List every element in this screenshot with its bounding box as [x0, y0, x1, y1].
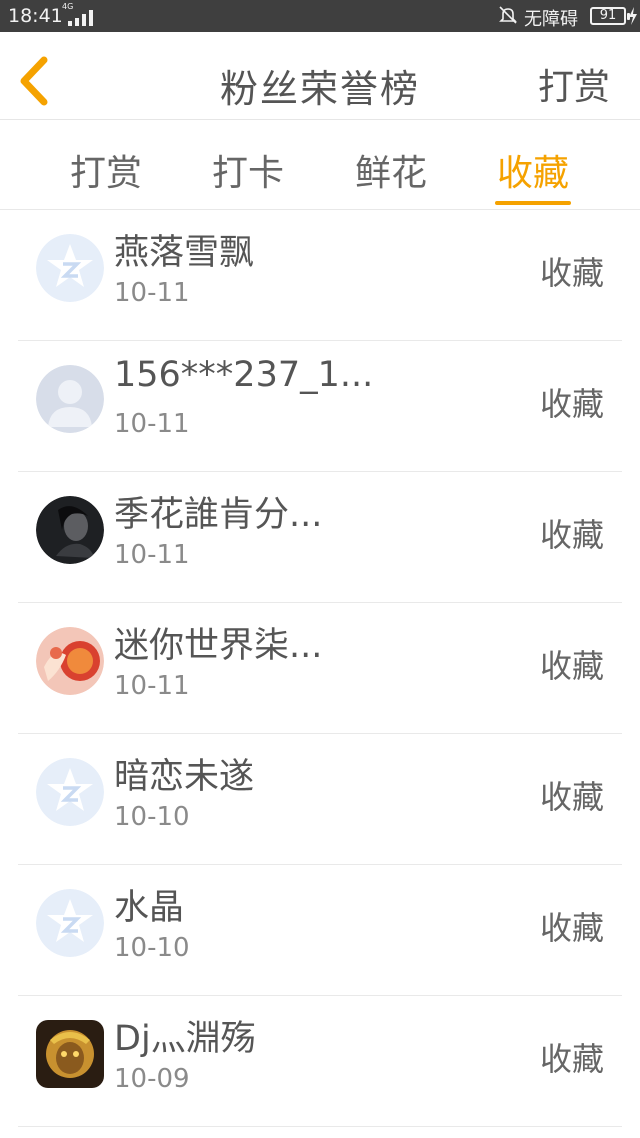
fan-date: 10-11 — [114, 409, 190, 439]
list-item[interactable]: Dj灬淵殇 10-09 收藏 — [18, 996, 622, 1127]
fan-name: 水晶 — [114, 888, 185, 928]
fan-date: 10-11 — [114, 671, 190, 701]
fan-name: 迷你世界柒... — [114, 626, 323, 666]
reward-button[interactable]: 打赏 — [538, 58, 610, 110]
fans-list: 燕落雪飘 10-11 收藏 156***237_1... 10-11 收藏 季花… — [0, 210, 640, 1127]
battery-icon: 91 — [590, 7, 630, 25]
fan-date: 10-11 — [114, 540, 190, 570]
default-qzone-avatar-icon — [36, 889, 104, 957]
bell-muted-icon — [499, 6, 517, 24]
status-time: 18:41 — [8, 5, 63, 27]
fan-action-label: 收藏 — [539, 778, 604, 816]
fan-action-label: 收藏 — [539, 647, 604, 685]
tab-reward[interactable]: 打赏 — [51, 144, 161, 196]
default-qzone-avatar-icon — [36, 234, 104, 302]
list-item[interactable]: 156***237_1... 10-11 收藏 — [18, 341, 622, 472]
default-qzone-avatar-icon — [36, 758, 104, 826]
fan-name: 156***237_1... — [114, 355, 374, 395]
list-item[interactable]: 季花誰肯分... 10-11 收藏 — [18, 472, 622, 603]
red-game-avatar — [36, 627, 104, 695]
active-tab-indicator — [495, 201, 571, 205]
accessibility-label: 无障碍 — [524, 9, 578, 30]
tab-checkin[interactable]: 打卡 — [193, 144, 303, 196]
fan-name: 季花誰肯分... — [114, 495, 323, 535]
fan-action-label: 收藏 — [539, 909, 604, 947]
list-item[interactable]: 燕落雪飘 10-11 收藏 — [18, 210, 622, 341]
top-nav-bar: 粉丝荣誉榜 打赏 — [0, 32, 640, 120]
status-bar: 18:41 4G 无障碍 91 — [0, 0, 640, 32]
default-person-avatar-icon — [36, 365, 104, 433]
signal-icon: 4G — [62, 2, 96, 26]
list-item[interactable]: 迷你世界柒... 10-11 收藏 — [18, 603, 622, 734]
fan-name: 暗恋未遂 — [114, 757, 255, 797]
tab-flowers[interactable]: 鲜花 — [336, 144, 446, 196]
tab-bar: 打赏 打卡 鲜花 收藏 — [0, 120, 640, 210]
fan-date: 10-10 — [114, 933, 190, 963]
list-item[interactable]: 暗恋未遂 10-10 收藏 — [18, 734, 622, 865]
fan-name: Dj灬淵殇 — [114, 1019, 256, 1059]
monkey-king-avatar — [36, 1020, 104, 1088]
tab-favorites[interactable]: 收藏 — [478, 144, 588, 196]
fan-date: 10-10 — [114, 802, 190, 832]
dark-portrait-avatar — [36, 496, 104, 564]
fan-date: 10-09 — [114, 1064, 190, 1094]
fan-date: 10-11 — [114, 278, 190, 308]
fan-name: 燕落雪飘 — [114, 233, 255, 273]
list-item[interactable]: 水晶 10-10 收藏 — [18, 865, 622, 996]
fan-action-label: 收藏 — [539, 385, 604, 423]
fan-action-label: 收藏 — [539, 516, 604, 554]
fan-action-label: 收藏 — [539, 254, 604, 292]
fan-action-label: 收藏 — [539, 1040, 604, 1078]
charging-icon — [629, 7, 637, 25]
